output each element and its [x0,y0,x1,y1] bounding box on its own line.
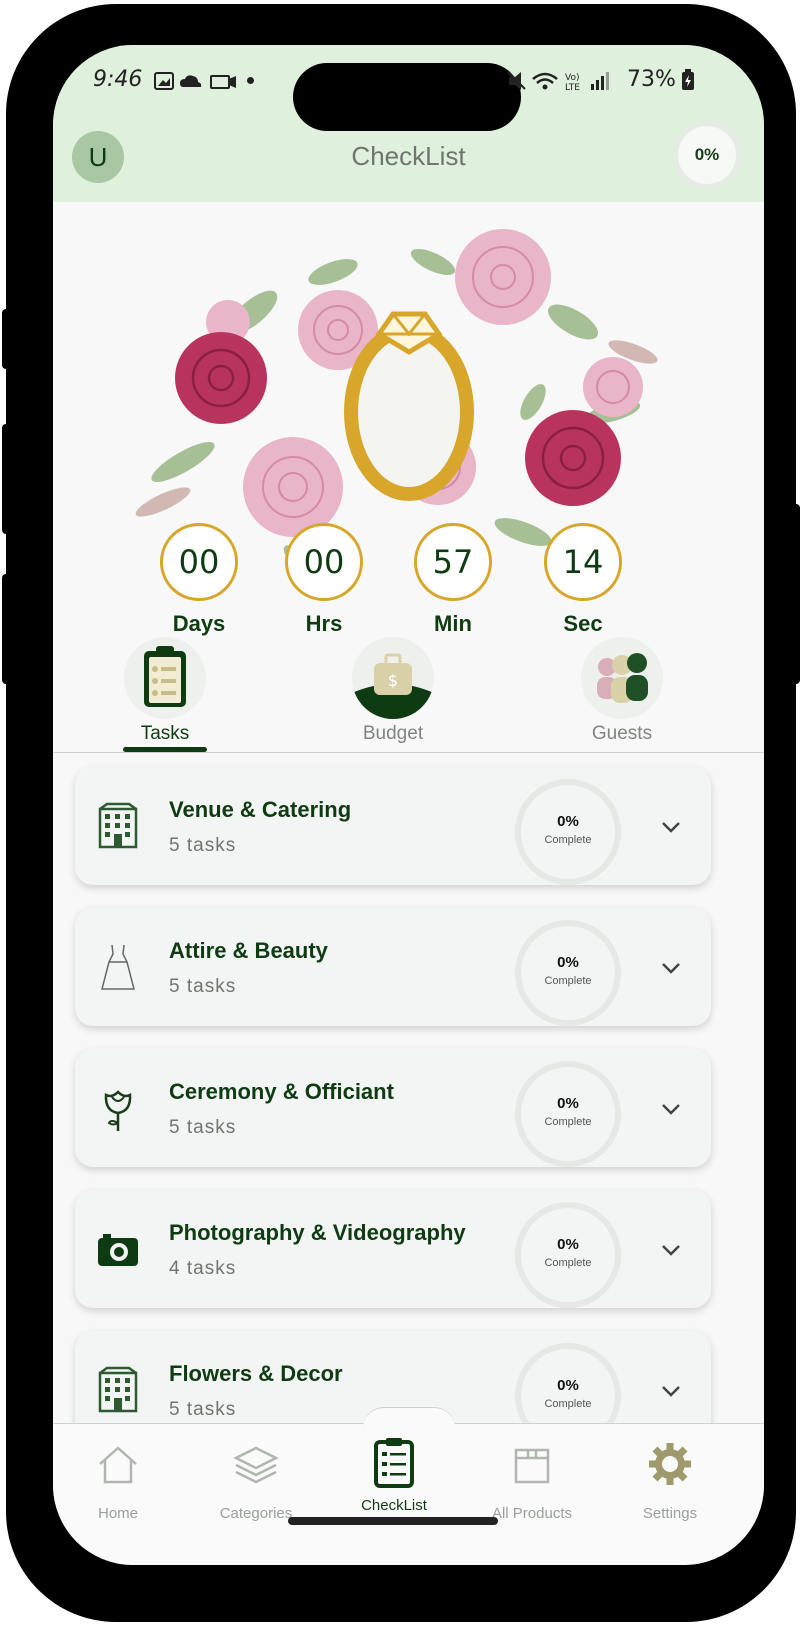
category-progress-ring: 0% Complete [515,1061,621,1167]
tab-tasks-label: Tasks [140,723,190,744]
page-title: CheckList [351,141,466,171]
seconds-value: 14 [544,523,622,601]
nav-categories[interactable]: Categories [201,1440,311,1522]
camera-icon [98,1234,138,1266]
battery-icon [682,69,694,90]
category-complete-label: Complete [544,1398,592,1410]
category-card-venue-catering[interactable]: Venue & Catering 5 tasks 0% Complete [75,767,711,885]
category-progress-ring: 0% Complete [515,920,621,1026]
category-title: Attire & Beauty [169,938,328,963]
category-complete-label: Complete [544,834,592,846]
nav-settings[interactable]: Settings [615,1440,725,1522]
building-icon [98,802,138,849]
power-button [792,504,800,684]
category-title: Flowers & Decor [169,1361,343,1386]
home-icon [99,1446,137,1484]
dynamic-island [293,63,521,131]
tabs-divider [53,752,764,753]
rose-icon [104,1090,132,1131]
minutes-label: Min [434,611,472,636]
layers-icon [233,1446,279,1484]
category-title: Venue & Catering [169,797,352,822]
minutes-value: 57 [414,523,492,601]
svg-text:LTE: LTE [565,83,580,93]
chevron-down-icon[interactable] [659,815,683,839]
category-percent: 0% [557,1236,579,1253]
dress-icon [101,944,135,990]
chevron-down-icon[interactable] [659,956,683,980]
category-complete-label: Complete [544,1116,592,1128]
tab-guests-label: Guests [591,723,653,744]
guests-icon [581,637,663,719]
nav-home-label: Home [97,1505,138,1522]
chevron-down-icon[interactable] [659,1238,683,1262]
status-dot [247,77,254,84]
countdown-seconds: 14 Sec [543,523,623,637]
side-button [2,574,10,684]
category-card-attire-beauty[interactable]: Attire & Beauty 5 tasks 0% Complete [75,908,711,1026]
tab-budget[interactable]: $ Budget [338,637,448,745]
category-percent: 0% [557,813,579,830]
bottom-navigation: Home Categories CheckList All Products S… [53,1423,764,1565]
category-task-count: 5 tasks [169,1399,237,1420]
side-button [2,309,10,369]
app-screen: 9:46 Vo) LTE 73% U CheckList 0% 00 Days … [53,45,764,1565]
clipboard-icon [124,637,206,719]
building-icon [98,1366,138,1413]
category-card-photography-videography[interactable]: Photography & Videography 4 tasks 0% Com… [75,1190,711,1308]
money-bag-icon: $ [352,637,434,719]
chevron-down-icon[interactable] [659,1097,683,1121]
chevron-down-icon[interactable] [659,1379,683,1403]
nav-checklist[interactable]: CheckList [339,1438,449,1514]
category-percent: 0% [557,1095,579,1112]
category-complete-label: Complete [544,975,592,987]
nav-settings-label: Settings [642,1505,698,1522]
hours-value: 00 [285,523,363,601]
days-value: 00 [160,523,238,601]
status-time: 9:46 [93,67,143,92]
countdown-minutes: 57 Min [413,523,493,637]
category-task-count: 5 tasks [169,1117,237,1138]
status-notification-icons [154,72,236,90]
category-task-count: 5 tasks [169,835,237,856]
category-complete-label: Complete [544,1257,592,1269]
status-signal-icons: Vo) LTE [507,71,609,93]
hours-label: Hrs [305,611,343,636]
side-button [2,424,10,534]
category-progress-ring: 0% Complete [515,779,621,885]
tab-tasks[interactable]: Tasks [110,637,220,745]
gear-icon [649,1443,691,1485]
nav-all-products[interactable]: All Products [477,1440,587,1522]
countdown-hours: 00 Hrs [284,523,364,637]
nav-checklist-label: CheckList [361,1497,427,1514]
category-task-count: 4 tasks [169,1258,237,1279]
home-indicator[interactable] [288,1517,498,1525]
countdown-days: 00 Days [159,523,239,637]
nav-home[interactable]: Home [63,1440,173,1522]
nav-center-notch [363,1407,455,1428]
category-title: Photography & Videography [169,1220,466,1245]
battery-percent: 73% [627,67,676,92]
days-label: Days [172,611,226,636]
svg-text:Vo): Vo) [565,73,579,83]
tab-budget-label: Budget [362,723,424,744]
tab-guests[interactable]: Guests [567,637,677,745]
overall-progress-ring: 0% [673,121,741,189]
category-card-ceremony-officiant[interactable]: Ceremony & Officiant 5 tasks 0% Complete [75,1049,711,1167]
box-icon [514,1448,550,1484]
category-title: Ceremony & Officiant [169,1079,394,1104]
seconds-label: Sec [563,611,603,636]
phone-frame: 9:46 Vo) LTE 73% U CheckList 0% 00 Days … [2,4,800,1622]
svg-text:$: $ [388,671,398,690]
category-progress-ring: 0% Complete [515,1202,621,1308]
category-percent: 0% [557,954,579,971]
category-percent: 0% [557,1377,579,1394]
clipboard-icon [374,1438,414,1488]
category-task-count: 5 tasks [169,976,237,997]
